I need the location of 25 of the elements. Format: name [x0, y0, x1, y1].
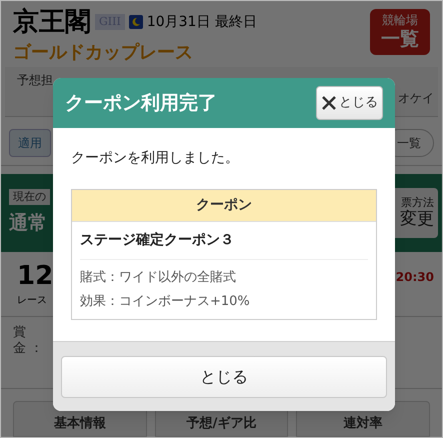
mode-value: 通常	[9, 211, 48, 236]
reporter-label: 予想担	[17, 72, 54, 89]
race-unit: レース	[17, 294, 48, 308]
mode-label: 現在の	[9, 188, 50, 205]
close-dialog-button[interactable]: とじる	[61, 356, 387, 398]
dialog-title: クーポン利用完了	[65, 90, 217, 116]
prize-label: 金	[13, 340, 26, 357]
venue-list-button[interactable]: 競輪場 一覧	[370, 9, 430, 55]
dialog-message: クーポンを利用しました。	[71, 149, 240, 168]
race-date: 10月31日 最終日	[146, 12, 257, 32]
venue-title: 京王閣	[13, 9, 91, 35]
race-time: 20:30	[396, 269, 434, 286]
prize-label: 賞	[13, 324, 26, 341]
moon-icon	[128, 15, 143, 29]
coupon-name: ステージ確定クーポン３	[80, 222, 368, 260]
close-button[interactable]: とじる	[316, 86, 383, 120]
prize-colon: ：	[30, 340, 43, 358]
coupon-detail: 効果：コインボーナス+10%	[80, 292, 251, 310]
coupon-detail: 賭式：ワイド以外の全賭式	[80, 269, 237, 287]
filter-chip[interactable]: 適用	[9, 129, 51, 157]
close-icon	[321, 95, 337, 111]
race-name: ゴールドカップレース	[13, 41, 194, 65]
coupon-header: クーポン	[72, 190, 376, 222]
reporter-name: オケイ	[398, 90, 434, 107]
race-number: 12	[17, 260, 54, 292]
